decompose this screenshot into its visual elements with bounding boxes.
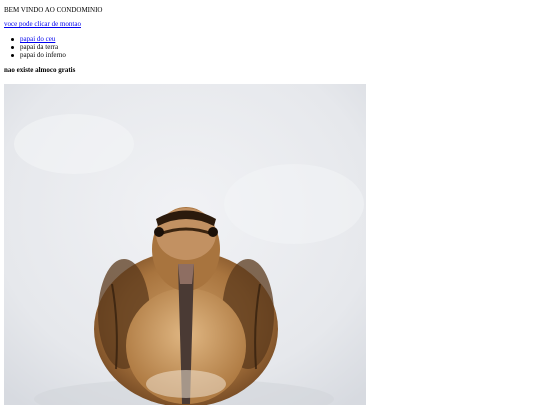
- list-item-papai-da-terra: papai da terra: [4, 43, 66, 51]
- list-item-papai-do-inferno: papai do inferno: [4, 51, 66, 59]
- woodcock-image: [4, 84, 366, 405]
- list-item-papai-do-ceu: papai do ceu: [4, 35, 66, 43]
- montao-link[interactable]: voce pode clicar de montao: [4, 20, 81, 28]
- papai-list: papai do ceu papai da terra papai do inf…: [4, 35, 66, 59]
- welcome-text: BEM VINDO AO CONDOMINIO: [4, 6, 103, 14]
- woodcock-photo: [4, 84, 366, 405]
- papai-do-ceu-link[interactable]: papai do ceu: [20, 35, 55, 43]
- almoco-heading: nao existe almoco gratis: [4, 66, 76, 74]
- papai-da-terra-text: papai da terra: [20, 43, 59, 51]
- papai-do-inferno-text: papai do inferno: [20, 51, 66, 59]
